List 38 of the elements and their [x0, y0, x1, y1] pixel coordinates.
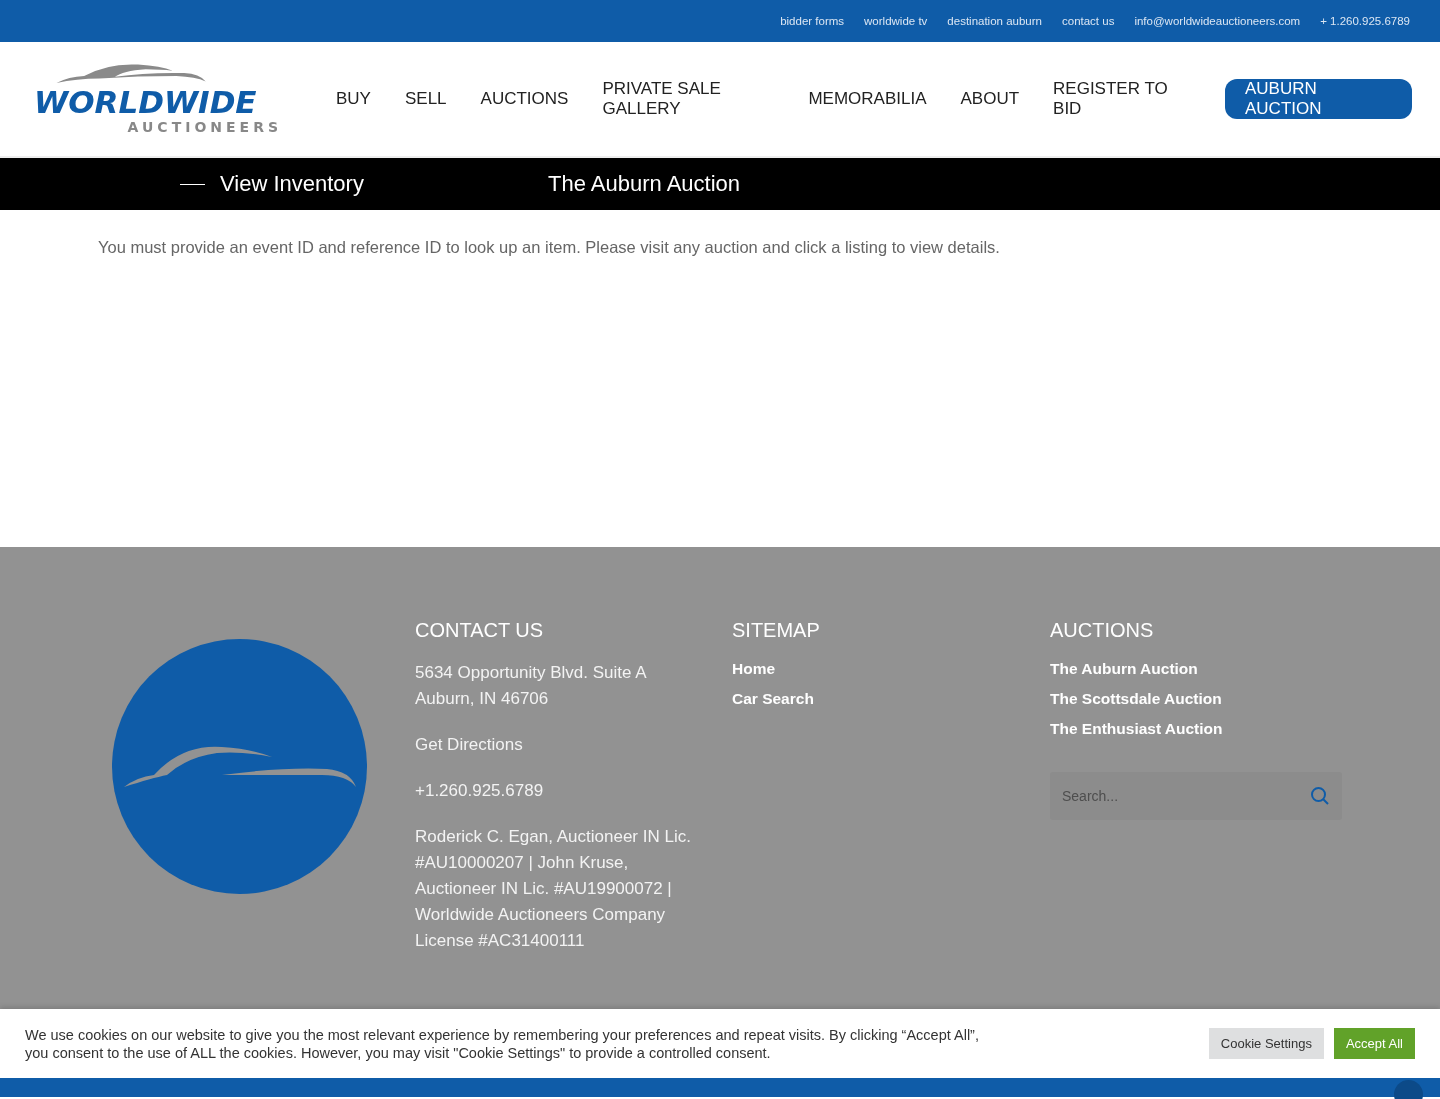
- search-field[interactable]: Search...: [1050, 772, 1342, 820]
- nav-link[interactable]: REGISTER TO BID: [1053, 79, 1188, 119]
- column-heading: CONTACT US: [415, 619, 545, 642]
- accept-button[interactable]: Accept All: [1333, 1028, 1415, 1059]
- info-message: You must provide an event ID and reference ID to look up an item. Please visit any auction and click a listing to view details.: [98, 238, 1001, 257]
- back-link[interactable]: View Inventory: [220, 171, 548, 197]
- nav-link[interactable]: BUY: [336, 89, 371, 109]
- auction-link[interactable]: The Auburn Auction: [1050, 660, 1370, 678]
- auction-link[interactable]: The Scottsdale Auction: [1050, 690, 1370, 708]
- cookie-text: We use cookies on our website to give you the most relevant experience by remembering your preferences and repeat visits. By clicking “Accept All”, you consent to the use of ALL the cookies. However, you may visit "Cookie Settings" to provide a controlled consent.: [25, 1025, 980, 1062]
- nav-link[interactable]: AUCTIONS: [480, 89, 569, 109]
- settings-button[interactable]: Cookie Settings: [1208, 1028, 1324, 1059]
- logo-text: WORLDWIDE: [33, 83, 258, 121]
- nav-link[interactable]: MEMORABILIA: [808, 89, 927, 109]
- license-text: Roderick C. Egan, Auctioneer IN Lic. #AU10000207 | John Kruse, Auctioneer IN Lic. #AU19900072 | Worldwide Auctioneers Company License #AC31400111: [415, 826, 692, 952]
- column-heading: AUCTIONS: [1050, 619, 1155, 642]
- sitemap-link[interactable]: Home: [732, 660, 1050, 678]
- top-link[interactable]: bidder forms: [780, 15, 845, 27]
- auction-link[interactable]: The Enthusiast Auction: [1050, 720, 1370, 738]
- nav-link[interactable]: ABOUT: [960, 89, 1020, 109]
- directions-link[interactable]: Get Directions: [415, 732, 700, 758]
- top-link[interactable]: contact us: [1062, 15, 1115, 27]
- page-title: The Auburn Auction: [548, 171, 741, 197]
- nav-link[interactable]: SELL: [404, 89, 447, 109]
- nav-button[interactable]: AUBURN AUCTION: [1225, 79, 1412, 119]
- top-link[interactable]: + 1.260.925.6789: [1320, 15, 1410, 27]
- top-link[interactable]: destination auburn: [947, 15, 1042, 27]
- top-link[interactable]: worldwide tv: [864, 15, 928, 27]
- car-emblem-icon: [112, 639, 367, 894]
- search-icon[interactable]: [1310, 786, 1330, 806]
- address-text: 5634 Opportunity Blvd. Suite A Auburn, IN 46706: [415, 662, 648, 710]
- logo[interactable]: WORLDWIDE AUCTIONEERS: [28, 63, 282, 135]
- sitemap-link[interactable]: Car Search: [732, 690, 1050, 708]
- phone-link[interactable]: +1.260.925.6789: [415, 778, 700, 804]
- nav-link[interactable]: PRIVATE SALE GALLERY: [602, 79, 779, 119]
- logo-subtitle: AUCTIONEERS: [126, 119, 282, 135]
- column-heading: SITEMAP: [732, 619, 821, 642]
- top-link[interactable]: info@worldwideauctioneers.com: [1134, 15, 1301, 27]
